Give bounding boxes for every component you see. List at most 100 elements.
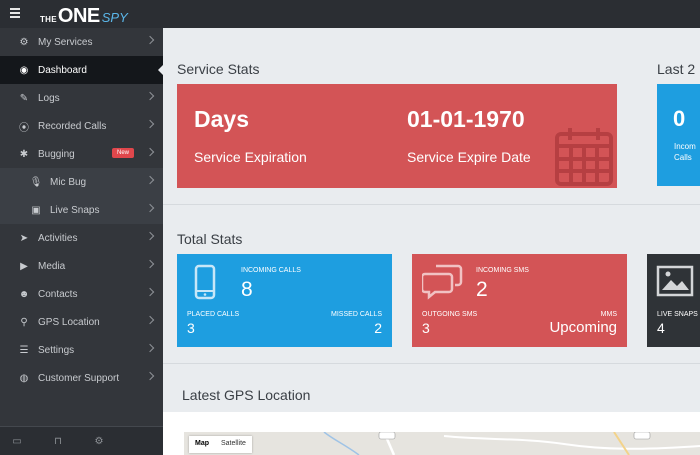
chevron-right-icon bbox=[145, 175, 155, 185]
live-snaps-value: 4 bbox=[657, 320, 665, 336]
sidebar-item-logs[interactable]: ✎ Logs bbox=[0, 84, 163, 112]
outgoing-sms-value: 3 bbox=[422, 320, 430, 336]
sidebar-item-gps-location[interactable]: ⚲ GPS Location bbox=[0, 308, 163, 336]
chevron-right-icon bbox=[145, 259, 155, 269]
sidebar-item-label: Contacts bbox=[38, 288, 78, 300]
image-icon bbox=[656, 265, 694, 297]
sidebar-footer: ▭ ⊓ ⚙ bbox=[0, 426, 163, 455]
total-stats-title: Total Stats bbox=[177, 231, 243, 247]
sidebar-item-label: Media bbox=[38, 260, 66, 272]
top-bar: THE ONE SPY bbox=[0, 0, 700, 28]
section-divider bbox=[163, 363, 700, 364]
lock-icon[interactable]: ⊓ bbox=[52, 435, 64, 447]
incoming-sms-value: 2 bbox=[476, 278, 488, 301]
sidebar-item-label: Customer Support bbox=[38, 372, 120, 384]
monitor-icon[interactable]: ▭ bbox=[11, 435, 23, 447]
last-incoming-value: 0 bbox=[673, 106, 686, 131]
phone-icon bbox=[194, 264, 216, 300]
last-incoming-label: Incom Calls bbox=[674, 141, 696, 163]
sidebar: ⚙ My Services ◉ Dashboard ✎ Logs ⦿ Recor… bbox=[0, 28, 164, 455]
mms-label: MMS bbox=[600, 311, 617, 318]
chat-bubbles-icon bbox=[422, 264, 463, 300]
chevron-right-icon bbox=[145, 35, 155, 45]
sidebar-item-live-snaps[interactable]: ▣ Live Snaps bbox=[0, 196, 163, 224]
chevron-right-icon bbox=[145, 147, 155, 157]
sidebar-item-media[interactable]: ▶ Media bbox=[0, 252, 163, 280]
logo-one: ONE bbox=[57, 5, 100, 27]
service-expiration-label: Service Expiration bbox=[194, 149, 307, 165]
placed-calls-label: PLACED CALLS bbox=[187, 311, 240, 318]
last-label-line2: Calls bbox=[674, 153, 692, 162]
sidebar-item-label: Activities bbox=[38, 232, 78, 244]
satellite-view-button[interactable]: Satellite bbox=[215, 436, 252, 453]
section-divider bbox=[163, 204, 700, 205]
map-pin-icon: ⚲ bbox=[20, 316, 28, 328]
sidebar-item-activities[interactable]: ➤ Activities bbox=[0, 224, 163, 252]
chevron-right-icon bbox=[145, 287, 155, 297]
outgoing-sms-label: OUTGOING SMS bbox=[422, 311, 478, 318]
sidebar-item-label: Settings bbox=[38, 344, 75, 356]
last-label-line1: Incom bbox=[674, 142, 696, 151]
sidebar-item-dashboard[interactable]: ◉ Dashboard bbox=[0, 56, 164, 84]
chevron-right-icon bbox=[145, 231, 155, 241]
last-incoming-card: 0 Incom Calls bbox=[657, 84, 700, 186]
bug-icon: ✱ bbox=[19, 148, 29, 160]
live-snaps-card[interactable]: LIVE SNAPS 4 bbox=[647, 254, 700, 347]
incoming-calls-value: 8 bbox=[241, 278, 253, 301]
mms-value: Upcoming bbox=[549, 319, 617, 336]
sidebar-item-label: Recorded Calls bbox=[38, 120, 107, 132]
microphone-icon: 🎙 bbox=[29, 176, 43, 188]
map-type-toggle: Map Satellite bbox=[189, 436, 252, 453]
record-icon: ⦿ bbox=[19, 122, 29, 134]
chevron-right-icon bbox=[145, 315, 155, 325]
map-roads bbox=[323, 432, 700, 455]
edit-icon: ✎ bbox=[19, 92, 29, 104]
gears-icon: ⚙ bbox=[19, 36, 29, 48]
service-stats-title: Service Stats bbox=[177, 61, 260, 77]
dashboard-icon: ◉ bbox=[19, 64, 29, 76]
calls-stats-card[interactable]: INCOMING CALLS 8 PLACED CALLS 3 MISSED C… bbox=[177, 254, 392, 347]
gps-title: Latest GPS Location bbox=[182, 387, 311, 403]
users-icon: ☻ bbox=[18, 288, 30, 300]
sidebar-item-customer-support[interactable]: ◍ Customer Support bbox=[0, 364, 163, 392]
service-expiration-card: Days Service Expiration 01-01-1970 Servi… bbox=[177, 84, 617, 188]
map-view-button[interactable]: Map bbox=[189, 436, 215, 453]
paper-plane-icon: ➤ bbox=[19, 232, 29, 244]
sidebar-item-bugging[interactable]: ✱ Bugging New bbox=[0, 140, 163, 168]
placed-calls-value: 3 bbox=[187, 320, 195, 336]
logo-spy: SPY bbox=[101, 10, 128, 25]
incoming-sms-label: INCOMING SMS bbox=[476, 267, 529, 274]
expire-date-value: 01-01-1970 bbox=[407, 106, 525, 132]
gear-icon[interactable]: ⚙ bbox=[93, 435, 105, 447]
globe-icon: ◍ bbox=[19, 372, 29, 384]
menu-toggle-icon[interactable] bbox=[10, 8, 20, 18]
logo-the: THE bbox=[40, 15, 57, 24]
sms-stats-card[interactable]: INCOMING SMS 2 OUTGOING SMS 3 MMS Upcomi… bbox=[412, 254, 627, 347]
camera-icon: ▣ bbox=[31, 204, 41, 216]
sidebar-item-label: Mic Bug bbox=[50, 176, 87, 188]
calendar-icon bbox=[555, 128, 613, 186]
chevron-right-icon bbox=[145, 371, 155, 381]
chevron-right-icon bbox=[145, 343, 155, 353]
sidebar-item-settings[interactable]: ☰ Settings bbox=[0, 336, 163, 364]
missed-calls-label: MISSED CALLS bbox=[331, 311, 382, 318]
last-stats-title: Last 2 bbox=[657, 61, 696, 77]
incoming-calls-label: INCOMING CALLS bbox=[241, 267, 301, 274]
sidebar-item-recorded-calls[interactable]: ⦿ Recorded Calls bbox=[0, 112, 163, 140]
sliders-icon: ☰ bbox=[19, 344, 29, 356]
expire-date-label: Service Expire Date bbox=[407, 149, 531, 165]
brand-logo[interactable]: THE ONE SPY bbox=[40, 5, 128, 27]
gps-map[interactable] bbox=[184, 432, 700, 455]
sidebar-item-contacts[interactable]: ☻ Contacts bbox=[0, 280, 163, 308]
sidebar-item-label: Dashboard bbox=[38, 64, 87, 76]
chevron-right-icon bbox=[145, 203, 155, 213]
chevron-right-icon bbox=[145, 91, 155, 101]
days-value: Days bbox=[194, 106, 249, 132]
sidebar-item-mic-bug[interactable]: 🎙 Mic Bug bbox=[0, 168, 163, 196]
play-icon: ▶ bbox=[20, 260, 28, 272]
chevron-right-icon bbox=[145, 119, 155, 129]
live-snaps-label: LIVE SNAPS bbox=[657, 311, 698, 318]
sidebar-item-my-services[interactable]: ⚙ My Services bbox=[0, 28, 163, 56]
sidebar-item-label: Logs bbox=[38, 92, 60, 104]
missed-calls-value: 2 bbox=[374, 320, 382, 336]
